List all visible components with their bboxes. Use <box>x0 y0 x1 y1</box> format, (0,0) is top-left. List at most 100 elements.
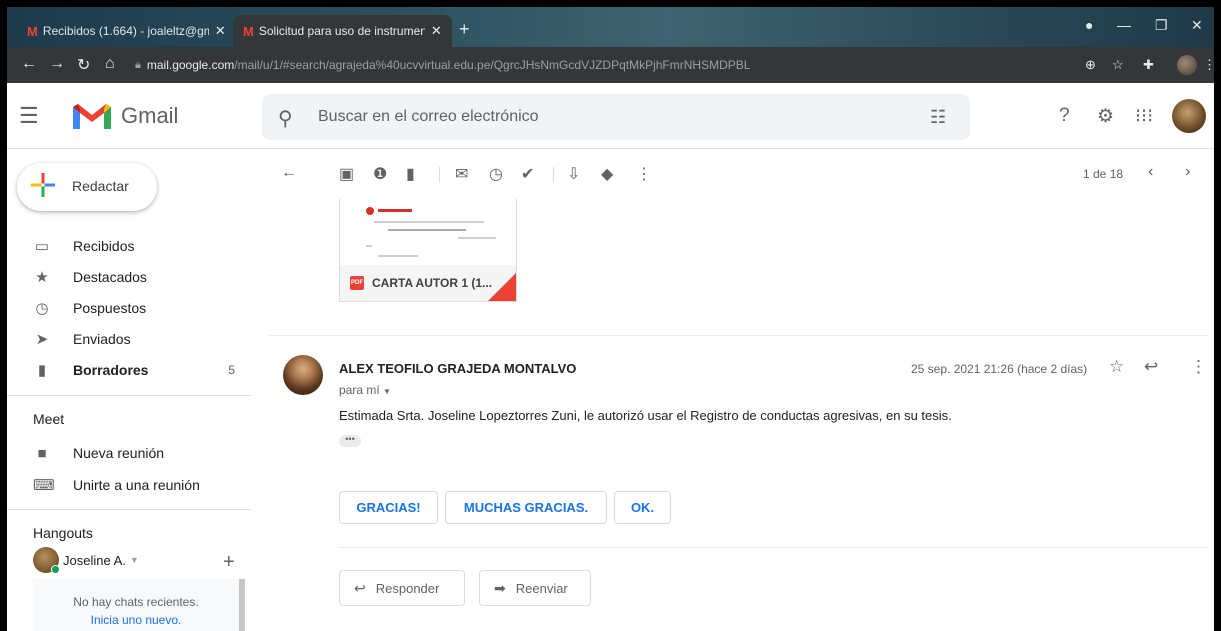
sender-avatar[interactable] <box>283 355 323 395</box>
close-window-icon[interactable]: ✕ <box>1191 17 1203 34</box>
add-to-tasks-icon[interactable]: ✔ <box>521 164 534 184</box>
start-new-chat-link[interactable]: Inicia uno nuevo. <box>33 613 239 627</box>
message-date: 25 sep. 2021 21:26 (hace 2 días) <box>911 362 1088 376</box>
search-input[interactable] <box>318 94 878 140</box>
new-tab-icon[interactable]: + <box>459 19 470 40</box>
forward-icon[interactable]: → <box>49 55 65 73</box>
pdf-icon: PDF <box>350 276 364 290</box>
reply-icon: ↩ <box>354 579 366 596</box>
browser-tab-inbox[interactable]: M Recibidos (1.664) - joaleltz@gma ✕ <box>17 15 236 47</box>
hangouts-title: Hangouts <box>33 525 93 541</box>
draft-icon: ▮ <box>37 362 47 379</box>
record-icon[interactable]: ● <box>1085 17 1093 33</box>
new-chat-plus-icon[interactable]: + <box>223 551 235 574</box>
report-spam-icon[interactable]: ❶ <box>373 164 387 184</box>
star-icon[interactable]: ☆ <box>1109 357 1124 377</box>
back-to-list-icon[interactable]: ← <box>281 164 297 182</box>
chrome-menu-icon[interactable]: ⋮ <box>1203 57 1214 73</box>
hangouts-user[interactable]: Joseline A. ▼ <box>33 547 139 574</box>
toolbar-separator <box>553 167 554 183</box>
maximize-icon[interactable]: ❐ <box>1155 17 1168 34</box>
divider <box>7 395 251 396</box>
account-avatar[interactable] <box>1172 99 1206 133</box>
sidebar-item-label: Unirte a una reunión <box>73 477 200 493</box>
browser-tab-request[interactable]: M Solicitud para uso de instrument ✕ <box>233 15 452 47</box>
send-icon: ➤ <box>35 331 49 348</box>
apps-grid-icon[interactable]: ⁝⁝⁝ <box>1135 105 1153 128</box>
sidebar-item-join-meeting[interactable]: ⌨ Unirte a una reunión <box>7 469 251 501</box>
clock-icon: ◷ <box>35 300 49 317</box>
attachment-preview <box>340 199 516 265</box>
sidebar-item-snoozed[interactable]: ◷ Pospuestos <box>7 292 251 324</box>
action-toolbar: ← ▣ ❶ ▮ ✉ ◷ ✔ ⇩ ◆ ⋮ 1 de 18 ‹ › <box>261 149 1214 199</box>
online-status-icon <box>51 565 60 574</box>
gear-icon[interactable]: ⚙ <box>1097 105 1114 128</box>
message-body: Estimada Srta. Joseline Lopeztorres Zuni… <box>339 408 952 423</box>
minimize-icon[interactable]: — <box>1117 17 1131 33</box>
toolbar-separator <box>439 167 440 183</box>
sender-name[interactable]: ALEX TEOFILO GRAJEDA MONTALVO <box>339 361 576 376</box>
compose-button[interactable]: Redactar <box>17 163 157 211</box>
close-icon[interactable]: ✕ <box>215 23 226 39</box>
lock-icon: 🔒︎ <box>135 58 141 71</box>
sidebar-item-drafts[interactable]: ▮ Borradores 5 <box>7 354 251 386</box>
smart-reply-ok[interactable]: OK. <box>614 491 671 524</box>
archive-icon[interactable]: ▣ <box>339 164 354 184</box>
smart-reply-gracias[interactable]: GRACIAS! <box>339 491 438 524</box>
mark-unread-icon[interactable]: ✉ <box>455 164 468 184</box>
reply-icon[interactable]: ↩ <box>1144 357 1158 377</box>
close-icon[interactable]: ✕ <box>431 23 442 39</box>
sidebar-item-starred[interactable]: ★ Destacados <box>7 261 251 293</box>
no-chats-text: No hay chats recientes. <box>73 595 199 609</box>
more-options-icon[interactable]: ⋮ <box>1190 357 1207 377</box>
attachment-footer: PDF CARTA AUTOR 1 (1... <box>340 265 516 301</box>
bookmark-star-icon[interactable]: ☆ <box>1112 57 1124 73</box>
extensions-icon[interactable]: ✚ <box>1143 57 1154 73</box>
divider <box>7 509 251 510</box>
back-icon[interactable]: ← <box>21 55 37 73</box>
search-icon[interactable]: ⚲ <box>278 106 293 131</box>
snooze-icon[interactable]: ◷ <box>489 164 503 184</box>
sidebar-item-label: Borradores <box>73 362 149 378</box>
compose-label: Redactar <box>72 178 129 194</box>
gmail-header: ☰ Gmail ⚲ ☷ ? ⚙ ⁝⁝⁝ <box>7 83 1214 149</box>
recipient-label: para mí <box>339 383 380 397</box>
sidebar-item-inbox[interactable]: ▭ Recibidos <box>7 230 251 262</box>
main-content: ← ▣ ❶ ▮ ✉ ◷ ✔ ⇩ ◆ ⋮ 1 de 18 ‹ › PDF CART… <box>261 149 1214 631</box>
smart-reply-muchas-gracias[interactable]: MUCHAS GRACIAS. <box>445 491 607 524</box>
sidebar-item-label: Destacados <box>73 269 147 285</box>
sidebar-item-new-meeting[interactable]: ■ Nueva reunión <box>7 437 251 469</box>
sidebar-item-label: Recibidos <box>73 238 135 254</box>
show-trimmed-content-icon[interactable]: ••• <box>339 435 361 447</box>
hangouts-avatar <box>33 547 60 574</box>
chevron-left-icon[interactable]: ‹ <box>1148 163 1153 181</box>
reload-icon[interactable]: ↻ <box>77 55 90 75</box>
gmail-favicon-icon: M <box>27 23 38 39</box>
browser-toolbar: ← → ↻ ⌂ 🔒︎ mail.google.com/mail/u/1/#sea… <box>7 47 1214 83</box>
chevron-right-icon[interactable]: › <box>1185 163 1190 181</box>
trash-icon[interactable]: ▮ <box>406 164 415 184</box>
gmail-logo-icon[interactable] <box>71 101 113 131</box>
forward-icon: ➡ <box>494 579 506 596</box>
label-icon[interactable]: ◆ <box>601 164 613 184</box>
move-to-icon[interactable]: ⇩ <box>567 164 580 184</box>
zoom-icon[interactable]: ⊕ <box>1085 57 1096 73</box>
menu-icon[interactable]: ☰ <box>19 103 39 129</box>
caret-down-icon: ▼ <box>129 555 139 565</box>
search-options-icon[interactable]: ☷ <box>930 107 946 128</box>
sidebar: Redactar ▭ Recibidos ★ Destacados ◷ Posp… <box>7 149 251 631</box>
sidebar-item-sent[interactable]: ➤ Enviados <box>7 323 251 355</box>
help-icon[interactable]: ? <box>1059 105 1070 127</box>
url-host: mail.google.com <box>146 58 235 72</box>
drafts-count: 5 <box>228 363 235 377</box>
recipient-details[interactable]: para mí ▼ <box>339 383 391 397</box>
more-options-icon[interactable]: ⋮ <box>636 164 652 184</box>
search-bar: ⚲ ☷ <box>262 94 970 140</box>
gmail-favicon-icon: M <box>243 23 254 39</box>
chrome-profile-avatar[interactable] <box>1177 55 1197 75</box>
attachment-card[interactable]: PDF CARTA AUTOR 1 (1... <box>339 199 517 302</box>
reply-button[interactable]: ↩ Responder <box>339 570 465 606</box>
address-bar[interactable]: 🔒︎ mail.google.com/mail/u/1/#search/agra… <box>135 53 1075 77</box>
home-icon[interactable]: ⌂ <box>105 55 115 73</box>
forward-button[interactable]: ➡ Reenviar <box>479 570 591 606</box>
